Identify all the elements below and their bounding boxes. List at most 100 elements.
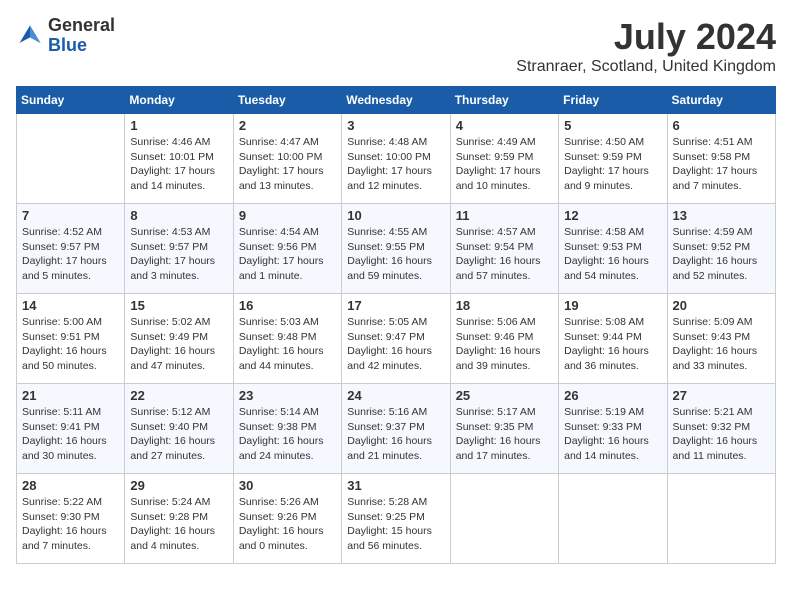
calendar-cell: 2Sunrise: 4:47 AM Sunset: 10:00 PM Dayli… bbox=[233, 114, 341, 204]
calendar-header-friday: Friday bbox=[559, 87, 667, 114]
title-area: July 2024 Stranraer, Scotland, United Ki… bbox=[516, 16, 776, 76]
day-info: Sunrise: 5:08 AM Sunset: 9:44 PM Dayligh… bbox=[564, 315, 661, 374]
day-info: Sunrise: 4:54 AM Sunset: 9:56 PM Dayligh… bbox=[239, 225, 336, 284]
calendar-cell bbox=[667, 474, 775, 564]
calendar-cell: 23 Sunrise: 5:14 AM Sunset: 9:38 PM Dayli… bbox=[233, 384, 341, 474]
day-number: 12 bbox=[564, 208, 661, 223]
day-info: Sunrise: 5:09 AM Sunset: 9:43 PM Dayligh… bbox=[673, 315, 770, 374]
day-number: 23 bbox=[239, 388, 336, 403]
calendar-cell: 30 Sunrise: 5:26 AM Sunset: 9:26 PM Dayli… bbox=[233, 474, 341, 564]
calendar-cell: 25Sunrise: 5:17 AM Sunset: 9:35 PM Dayli… bbox=[450, 384, 558, 474]
day-number: 17 bbox=[347, 298, 444, 313]
calendar-header-row: SundayMondayTuesdayWednesdayThursdayFrid… bbox=[17, 87, 776, 114]
day-info: Sunrise: 4:55 AM Sunset: 9:55 PM Dayligh… bbox=[347, 225, 444, 284]
calendar-cell: 5 Sunrise: 4:50 AM Sunset: 9:59 PM Daylig… bbox=[559, 114, 667, 204]
day-number: 20 bbox=[673, 298, 770, 313]
day-info: Sunrise: 5:24 AM Sunset: 9:28 PM Dayligh… bbox=[130, 495, 227, 554]
day-info: Sunrise: 5:26 AM Sunset: 9:26 PM Dayligh… bbox=[239, 495, 336, 554]
day-number: 24 bbox=[347, 388, 444, 403]
calendar-table: SundayMondayTuesdayWednesdayThursdayFrid… bbox=[16, 86, 776, 564]
calendar-header-saturday: Saturday bbox=[667, 87, 775, 114]
day-info: Sunrise: 4:50 AM Sunset: 9:59 PM Dayligh… bbox=[564, 135, 661, 194]
calendar-week-row: 1 Sunrise: 4:46 AM Sunset: 10:01 PM Dayli… bbox=[17, 114, 776, 204]
day-number: 8 bbox=[130, 208, 227, 223]
day-number: 10 bbox=[347, 208, 444, 223]
day-info: Sunrise: 5:00 AM Sunset: 9:51 PM Dayligh… bbox=[22, 315, 119, 374]
calendar-cell: 14 Sunrise: 5:00 AM Sunset: 9:51 PM Dayli… bbox=[17, 294, 125, 384]
calendar-week-row: 14 Sunrise: 5:00 AM Sunset: 9:51 PM Dayli… bbox=[17, 294, 776, 384]
calendar-cell: 6Sunrise: 4:51 AM Sunset: 9:58 PM Daylig… bbox=[667, 114, 775, 204]
calendar-header-sunday: Sunday bbox=[17, 87, 125, 114]
calendar-cell: 17Sunrise: 5:05 AM Sunset: 9:47 PM Dayli… bbox=[342, 294, 450, 384]
day-info: Sunrise: 4:48 AM Sunset: 10:00 PM Daylig… bbox=[347, 135, 444, 194]
day-number: 28 bbox=[22, 478, 119, 493]
calendar-header-tuesday: Tuesday bbox=[233, 87, 341, 114]
calendar-cell: 7 Sunrise: 4:52 AM Sunset: 9:57 PM Daylig… bbox=[17, 204, 125, 294]
day-number: 1 bbox=[130, 118, 227, 133]
calendar-cell: 16 Sunrise: 5:03 AM Sunset: 9:48 PM Dayli… bbox=[233, 294, 341, 384]
day-number: 7 bbox=[22, 208, 119, 223]
location-subtitle: Stranraer, Scotland, United Kingdom bbox=[516, 58, 776, 76]
day-number: 5 bbox=[564, 118, 661, 133]
calendar-cell: 29 Sunrise: 5:24 AM Sunset: 9:28 PM Dayli… bbox=[125, 474, 233, 564]
calendar-cell: 20 Sunrise: 5:09 AM Sunset: 9:43 PM Dayli… bbox=[667, 294, 775, 384]
calendar-header-wednesday: Wednesday bbox=[342, 87, 450, 114]
calendar-cell: 19 Sunrise: 5:08 AM Sunset: 9:44 PM Dayli… bbox=[559, 294, 667, 384]
calendar-cell: 26 Sunrise: 5:19 AM Sunset: 9:33 PM Dayli… bbox=[559, 384, 667, 474]
day-info: Sunrise: 5:14 AM Sunset: 9:38 PM Dayligh… bbox=[239, 405, 336, 464]
calendar-week-row: 7 Sunrise: 4:52 AM Sunset: 9:57 PM Daylig… bbox=[17, 204, 776, 294]
day-info: Sunrise: 4:46 AM Sunset: 10:01 PM Daylig… bbox=[130, 135, 227, 194]
day-info: Sunrise: 5:06 AM Sunset: 9:46 PM Dayligh… bbox=[456, 315, 553, 374]
month-year-title: July 2024 bbox=[516, 16, 776, 58]
calendar-cell: 1 Sunrise: 4:46 AM Sunset: 10:01 PM Dayli… bbox=[125, 114, 233, 204]
day-number: 18 bbox=[456, 298, 553, 313]
day-info: Sunrise: 5:03 AM Sunset: 9:48 PM Dayligh… bbox=[239, 315, 336, 374]
day-number: 27 bbox=[673, 388, 770, 403]
calendar-cell: 10 Sunrise: 4:55 AM Sunset: 9:55 PM Dayli… bbox=[342, 204, 450, 294]
day-number: 4 bbox=[456, 118, 553, 133]
day-number: 30 bbox=[239, 478, 336, 493]
day-info: Sunrise: 5:22 AM Sunset: 9:30 PM Dayligh… bbox=[22, 495, 119, 554]
calendar-header-monday: Monday bbox=[125, 87, 233, 114]
calendar-cell: 8 Sunrise: 4:53 AM Sunset: 9:57 PM Daylig… bbox=[125, 204, 233, 294]
day-number: 22 bbox=[130, 388, 227, 403]
calendar-cell bbox=[559, 474, 667, 564]
calendar-header-thursday: Thursday bbox=[450, 87, 558, 114]
day-number: 29 bbox=[130, 478, 227, 493]
calendar-week-row: 21Sunrise: 5:11 AM Sunset: 9:41 PM Dayli… bbox=[17, 384, 776, 474]
day-info: Sunrise: 5:02 AM Sunset: 9:49 PM Dayligh… bbox=[130, 315, 227, 374]
calendar-cell: 9Sunrise: 4:54 AM Sunset: 9:56 PM Daylig… bbox=[233, 204, 341, 294]
day-info: Sunrise: 5:19 AM Sunset: 9:33 PM Dayligh… bbox=[564, 405, 661, 464]
day-info: Sunrise: 4:51 AM Sunset: 9:58 PM Dayligh… bbox=[673, 135, 770, 194]
day-number: 14 bbox=[22, 298, 119, 313]
calendar-cell bbox=[450, 474, 558, 564]
day-info: Sunrise: 4:49 AM Sunset: 9:59 PM Dayligh… bbox=[456, 135, 553, 194]
day-info: Sunrise: 4:52 AM Sunset: 9:57 PM Dayligh… bbox=[22, 225, 119, 284]
calendar-cell: 31Sunrise: 5:28 AM Sunset: 9:25 PM Dayli… bbox=[342, 474, 450, 564]
day-number: 19 bbox=[564, 298, 661, 313]
day-info: Sunrise: 4:57 AM Sunset: 9:54 PM Dayligh… bbox=[456, 225, 553, 284]
calendar-cell: 28 Sunrise: 5:22 AM Sunset: 9:30 PM Dayli… bbox=[17, 474, 125, 564]
day-number: 15 bbox=[130, 298, 227, 313]
day-number: 26 bbox=[564, 388, 661, 403]
day-info: Sunrise: 4:58 AM Sunset: 9:53 PM Dayligh… bbox=[564, 225, 661, 284]
calendar-cell: 3 Sunrise: 4:48 AM Sunset: 10:00 PM Dayli… bbox=[342, 114, 450, 204]
day-info: Sunrise: 5:11 AM Sunset: 9:41 PM Dayligh… bbox=[22, 405, 119, 464]
calendar-cell: 18 Sunrise: 5:06 AM Sunset: 9:46 PM Dayli… bbox=[450, 294, 558, 384]
day-number: 3 bbox=[347, 118, 444, 133]
calendar-cell: 11Sunrise: 4:57 AM Sunset: 9:54 PM Dayli… bbox=[450, 204, 558, 294]
day-number: 2 bbox=[239, 118, 336, 133]
day-number: 31 bbox=[347, 478, 444, 493]
logo: General Blue bbox=[16, 16, 115, 56]
day-info: Sunrise: 5:12 AM Sunset: 9:40 PM Dayligh… bbox=[130, 405, 227, 464]
calendar-cell: 4 Sunrise: 4:49 AM Sunset: 9:59 PM Daylig… bbox=[450, 114, 558, 204]
day-info: Sunrise: 4:53 AM Sunset: 9:57 PM Dayligh… bbox=[130, 225, 227, 284]
day-number: 13 bbox=[673, 208, 770, 223]
day-info: Sunrise: 5:17 AM Sunset: 9:35 PM Dayligh… bbox=[456, 405, 553, 464]
day-number: 16 bbox=[239, 298, 336, 313]
logo-general-text: General bbox=[48, 16, 115, 36]
calendar-cell: 13Sunrise: 4:59 AM Sunset: 9:52 PM Dayli… bbox=[667, 204, 775, 294]
logo-icon bbox=[16, 22, 44, 50]
calendar-cell: 22 Sunrise: 5:12 AM Sunset: 9:40 PM Dayli… bbox=[125, 384, 233, 474]
calendar-cell bbox=[17, 114, 125, 204]
